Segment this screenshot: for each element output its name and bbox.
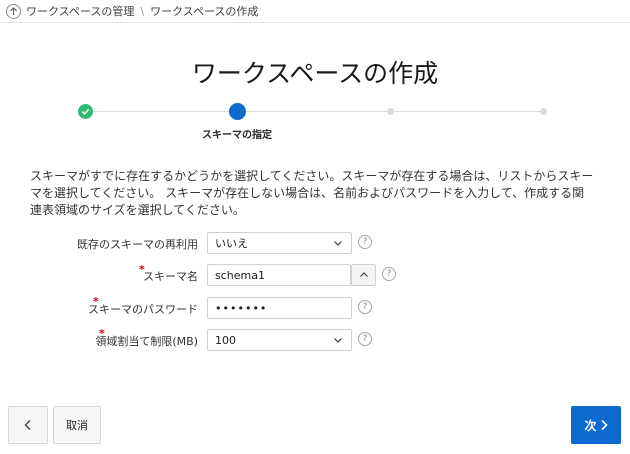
step-pending-indicator — [540, 108, 547, 115]
page-title: ワークスペースの作成 — [191, 59, 439, 88]
chevron-down-icon — [333, 335, 343, 348]
breadcrumb-item-create-workspace: ワークスペースの作成 — [150, 5, 259, 18]
previous-button[interactable] — [8, 406, 48, 444]
chevron-up-icon — [359, 272, 368, 277]
schema-name-label: スキーマ名 — [143, 270, 198, 283]
space-quota-value: 100 — [215, 333, 236, 347]
schema-list-button[interactable] — [351, 264, 376, 286]
cancel-button-label: 取消 — [66, 419, 88, 432]
help-icon[interactable]: ? — [382, 267, 396, 281]
step-pending-indicator — [387, 108, 394, 115]
space-quota-select[interactable]: 100 — [207, 329, 352, 351]
schema-password-value: ••••••• — [215, 301, 268, 315]
help-icon[interactable]: ? — [358, 332, 372, 346]
chevron-left-icon — [24, 420, 31, 430]
schema-name-value: schema1 — [215, 268, 265, 282]
progress-track-done — [86, 111, 238, 112]
instructions-text: スキーマがすでに存在するかどうかを選択してください。スキーマが存在する場合は、リ… — [30, 169, 594, 217]
schema-name-input[interactable]: schema1 — [207, 264, 351, 286]
reuse-schema-select[interactable]: いいえ — [207, 232, 352, 254]
breadcrumb: ワークスペースの管理 \ ワークスペースの作成 — [0, 0, 630, 23]
wizard-progress: スキーマの指定 — [0, 100, 630, 141]
chevron-down-icon — [333, 238, 343, 251]
create-workspace-page: ワークスペースの管理 \ ワークスペースの作成 ワークスペースの作成 スキーマの… — [0, 0, 630, 454]
arrow-up-icon[interactable] — [6, 3, 21, 19]
next-button-label: 次 — [584, 418, 597, 433]
next-button[interactable]: 次 — [571, 406, 621, 444]
step-complete-icon — [78, 104, 93, 119]
schema-name-row: * スキーマ名 schema1 ? — [0, 263, 630, 288]
step-label-specify-schema: スキーマの指定 — [202, 130, 272, 141]
schema-password-input[interactable]: ••••••• — [207, 297, 352, 319]
schema-password-row: * スキーマのパスワード ••••••• ? — [0, 295, 630, 321]
chevron-right-icon — [600, 419, 608, 431]
space-quota-label: 領域割当て制限(MB) — [95, 335, 198, 348]
cancel-button[interactable]: 取消 — [53, 406, 101, 444]
reuse-schema-value: いいえ — [215, 237, 248, 250]
help-icon[interactable]: ? — [358, 300, 372, 314]
breadcrumb-separator: \ — [140, 4, 145, 18]
step-current-indicator — [229, 103, 246, 120]
reuse-schema-label: 既存のスキーマの再利用 — [77, 238, 198, 251]
space-quota-row: * 領域割当て制限(MB) 100 ? — [0, 327, 630, 353]
help-icon[interactable]: ? — [358, 235, 372, 249]
reuse-schema-row: 既存のスキーマの再利用 いいえ ? — [0, 232, 630, 256]
schema-password-label: スキーマのパスワード — [88, 303, 198, 316]
breadcrumb-item-manage-workspaces[interactable]: ワークスペースの管理 — [26, 3, 134, 19]
